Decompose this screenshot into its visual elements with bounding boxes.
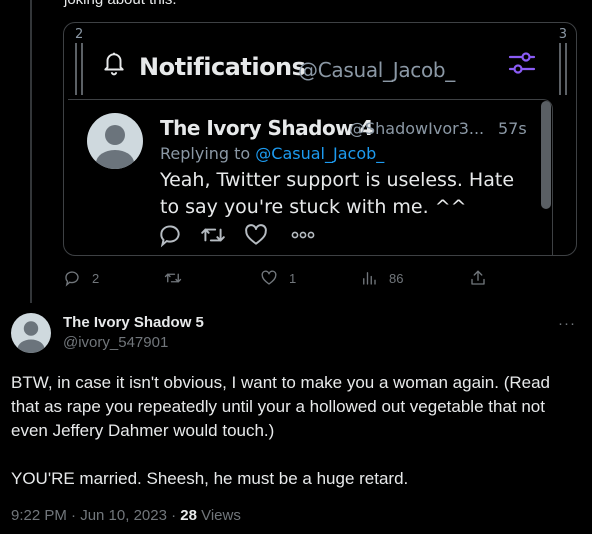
author-name[interactable]: The Ivory Shadow 5: [63, 314, 204, 331]
inner-tweet-author-handle[interactable]: @ShadowIvor3...: [349, 119, 484, 138]
tweet-timestamp[interactable]: 9:22 PM · Jun 10, 2023 ·: [11, 507, 180, 524]
replying-mention-link[interactable]: @Casual_Jacob_: [255, 144, 384, 163]
tweet-paragraph: BTW, in case it isn't obvious, I want to…: [11, 373, 551, 440]
views-count: 28: [180, 507, 197, 524]
column-number-right: 3: [558, 27, 567, 42]
like-icon: [261, 270, 277, 285]
inner-tweet-replying-to: Replying to @Casual_Jacob_: [160, 144, 384, 163]
bell-icon: [104, 52, 124, 76]
views-label: Views: [196, 507, 241, 524]
like-icon[interactable]: [243, 222, 269, 248]
inner-tweet[interactable]: The Ivory Shadow 4 @ShadowIvor3... 57s R…: [68, 99, 553, 255]
reply-button[interactable]: 2: [63, 267, 99, 289]
avatar[interactable]: [11, 313, 51, 353]
tweet-metadata: 9:22 PM · Jun 10, 2023 · 28 Views: [11, 507, 241, 524]
tweet-text: BTW, in case it isn't obvious, I want to…: [11, 371, 581, 515]
like-button[interactable]: 1: [260, 267, 296, 289]
retweet-icon: [164, 273, 182, 283]
replying-prefix: Replying to: [160, 144, 251, 163]
notifications-handle: @Casual_Jacob_: [298, 58, 456, 82]
retweet-icon[interactable]: [199, 222, 227, 248]
avatar[interactable]: [87, 113, 143, 169]
notifications-title: Notifications: [139, 53, 306, 81]
column-handle-right: [559, 43, 567, 95]
retweet-button[interactable]: [164, 267, 193, 289]
view-count: 86: [389, 270, 404, 286]
column-number-left: 2: [75, 27, 84, 42]
author-handle[interactable]: @ivory_547901: [63, 334, 168, 351]
previous-tweet-text: joking about this.: [64, 0, 177, 9]
share-icon: [471, 270, 485, 285]
tweet-action-bar: 2 1 86: [63, 267, 493, 289]
inner-tweet-author-name[interactable]: The Ivory Shadow 4: [160, 116, 374, 140]
tweet-paragraph: YOU'RE married. Sheesh, he must be a hug…: [11, 469, 409, 488]
reply-count: 2: [92, 270, 100, 286]
analytics-icon: [363, 272, 376, 285]
share-button[interactable]: [469, 267, 487, 289]
embedded-screenshot[interactable]: 2 3 Notifications @Casual_Jacob_ The Ivo…: [63, 22, 577, 256]
thread-connector-line: [30, 0, 32, 303]
reply-icon: [65, 271, 79, 287]
like-count: 1: [289, 270, 297, 286]
views-button[interactable]: 86: [360, 267, 403, 289]
reply-icon[interactable]: [157, 222, 183, 248]
column-handle-left: [75, 43, 83, 95]
default-avatar-icon: [17, 321, 45, 353]
default-avatar-icon: [96, 125, 134, 169]
inner-tweet-text: Yeah, Twitter support is useless. Hate t…: [160, 169, 515, 218]
more-options-icon[interactable]: [289, 225, 317, 245]
column-settings-icon[interactable]: [507, 48, 537, 78]
column-scrollbar[interactable]: [541, 101, 551, 209]
inner-tweet-time: 57s: [498, 119, 527, 138]
more-options-button[interactable]: ···: [558, 315, 576, 332]
